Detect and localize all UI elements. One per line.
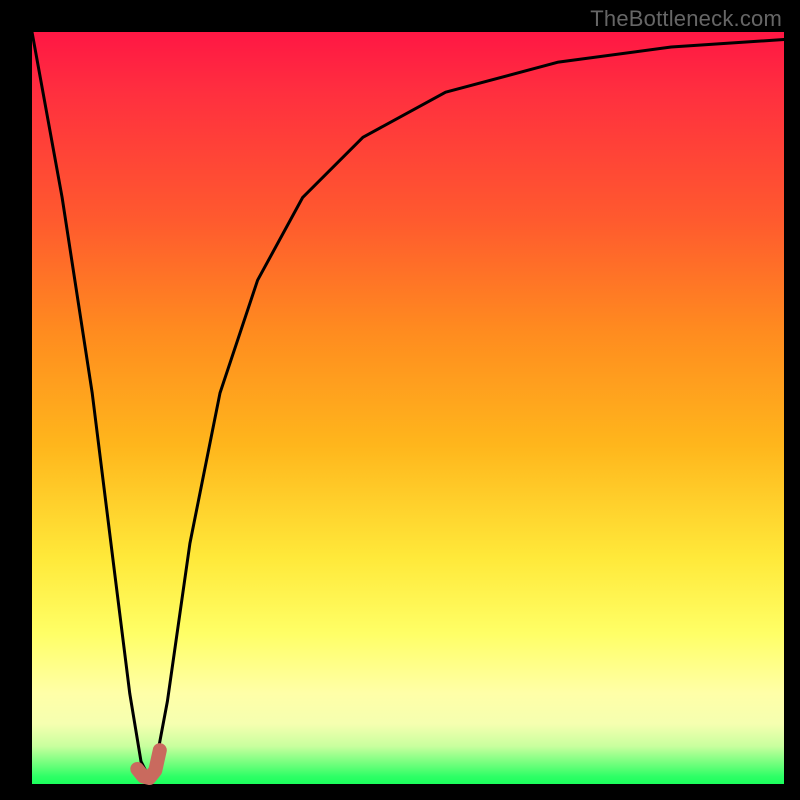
plot-area [32,32,784,784]
curve-svg [32,32,784,784]
bottleneck-curve [32,32,784,777]
chart-frame: TheBottleneck.com [0,0,800,800]
watermark-label: TheBottleneck.com [590,6,782,32]
